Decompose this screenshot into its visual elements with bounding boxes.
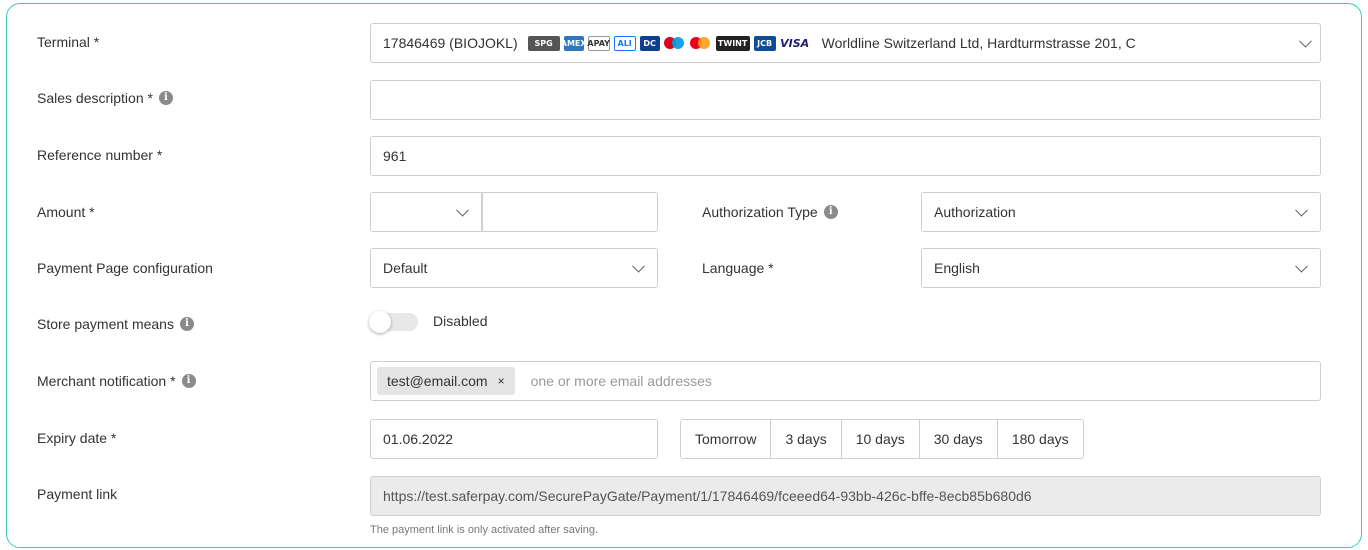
diners-logo-icon: DC	[639, 35, 660, 51]
payment-link-hint: The payment link is only activated after…	[370, 524, 599, 536]
expiry-date-label: Expiry date *	[37, 430, 117, 446]
language-label: Language *	[702, 260, 774, 276]
expiry-3-days-button[interactable]: 3 days	[771, 420, 842, 458]
authorization-type-select[interactable]: Authorization	[921, 192, 1321, 232]
toggle-knob[interactable]	[369, 311, 391, 333]
twint-logo-icon: TWINT	[715, 35, 750, 51]
mastercard-logo-icon	[689, 36, 712, 51]
info-icon[interactable]: i	[823, 205, 838, 219]
terminal-select[interactable]: 17846469 (BIOJOKL) SPG AMEX APAY ALI DC …	[370, 23, 1321, 63]
amount-label: Amount *	[37, 204, 95, 220]
chevron-down-icon	[1295, 203, 1308, 217]
authorization-type-label: Authorization Type i	[702, 204, 838, 220]
store-payment-means-state: Disabled	[433, 313, 488, 329]
chevron-down-icon	[456, 203, 469, 217]
expiry-10-days-button[interactable]: 10 days	[841, 420, 920, 458]
info-icon[interactable]: i	[181, 374, 196, 388]
sales-description-label: Sales description * i	[37, 90, 173, 106]
payment-link-field[interactable]: https://test.saferpay.com/SecurePayGate/…	[370, 476, 1321, 516]
spg-logo-icon: SPG	[527, 35, 560, 51]
maestro-logo-icon	[663, 36, 686, 51]
expiry-180-days-button[interactable]: 180 days	[997, 420, 1083, 458]
amex-logo-icon: AMEX	[561, 35, 587, 51]
info-icon[interactable]: i	[179, 317, 194, 331]
store-payment-means-toggle[interactable]	[369, 311, 418, 333]
payment-page-config-label: Payment Page configuration	[37, 260, 213, 276]
merchant-notification-label: Merchant notification * i	[37, 373, 196, 389]
apple-pay-logo-icon: APAY	[587, 35, 610, 51]
chevron-down-icon[interactable]	[1299, 34, 1312, 48]
reference-number-input[interactable]: 961	[370, 136, 1321, 176]
chevron-down-icon	[632, 259, 645, 273]
store-payment-means-label: Store payment means i	[37, 316, 194, 332]
expiry-date-input[interactable]: 01.06.2022	[370, 419, 658, 459]
reference-number-label: Reference number *	[37, 147, 163, 163]
sales-description-input[interactable]	[370, 80, 1321, 120]
payment-link-label: Payment link	[37, 486, 118, 502]
payment-method-logos: SPG AMEX APAY ALI DC TWINT JCB VISA	[527, 35, 810, 51]
info-icon[interactable]: i	[158, 91, 173, 105]
chevron-down-icon	[1295, 259, 1308, 273]
visa-logo-icon: VISA	[780, 36, 810, 50]
email-placeholder: one or more email addresses	[530, 373, 712, 389]
email-chip: test@email.com ×	[377, 367, 515, 395]
terminal-address: Worldline Switzerland Ltd, Hardturmstras…	[821, 35, 1136, 51]
language-select[interactable]: English	[921, 248, 1321, 288]
expiry-tomorrow-button[interactable]: Tomorrow	[681, 420, 772, 458]
expiry-quick-options: Tomorrow 3 days 10 days 30 days 180 days	[680, 419, 1084, 459]
amount-input[interactable]	[482, 192, 658, 232]
payment-page-config-select[interactable]: Default	[370, 248, 658, 288]
currency-select[interactable]	[370, 192, 482, 232]
alipay-logo-icon: ALI	[613, 35, 636, 51]
terminal-value: 17846469 (BIOJOKL)	[383, 35, 518, 51]
jcb-logo-icon: JCB	[753, 35, 776, 51]
expiry-30-days-button[interactable]: 30 days	[919, 420, 998, 458]
merchant-notification-input[interactable]: test@email.com × one or more email addre…	[370, 361, 1321, 401]
close-icon[interactable]: ×	[498, 374, 505, 388]
terminal-label: Terminal *	[37, 34, 100, 50]
